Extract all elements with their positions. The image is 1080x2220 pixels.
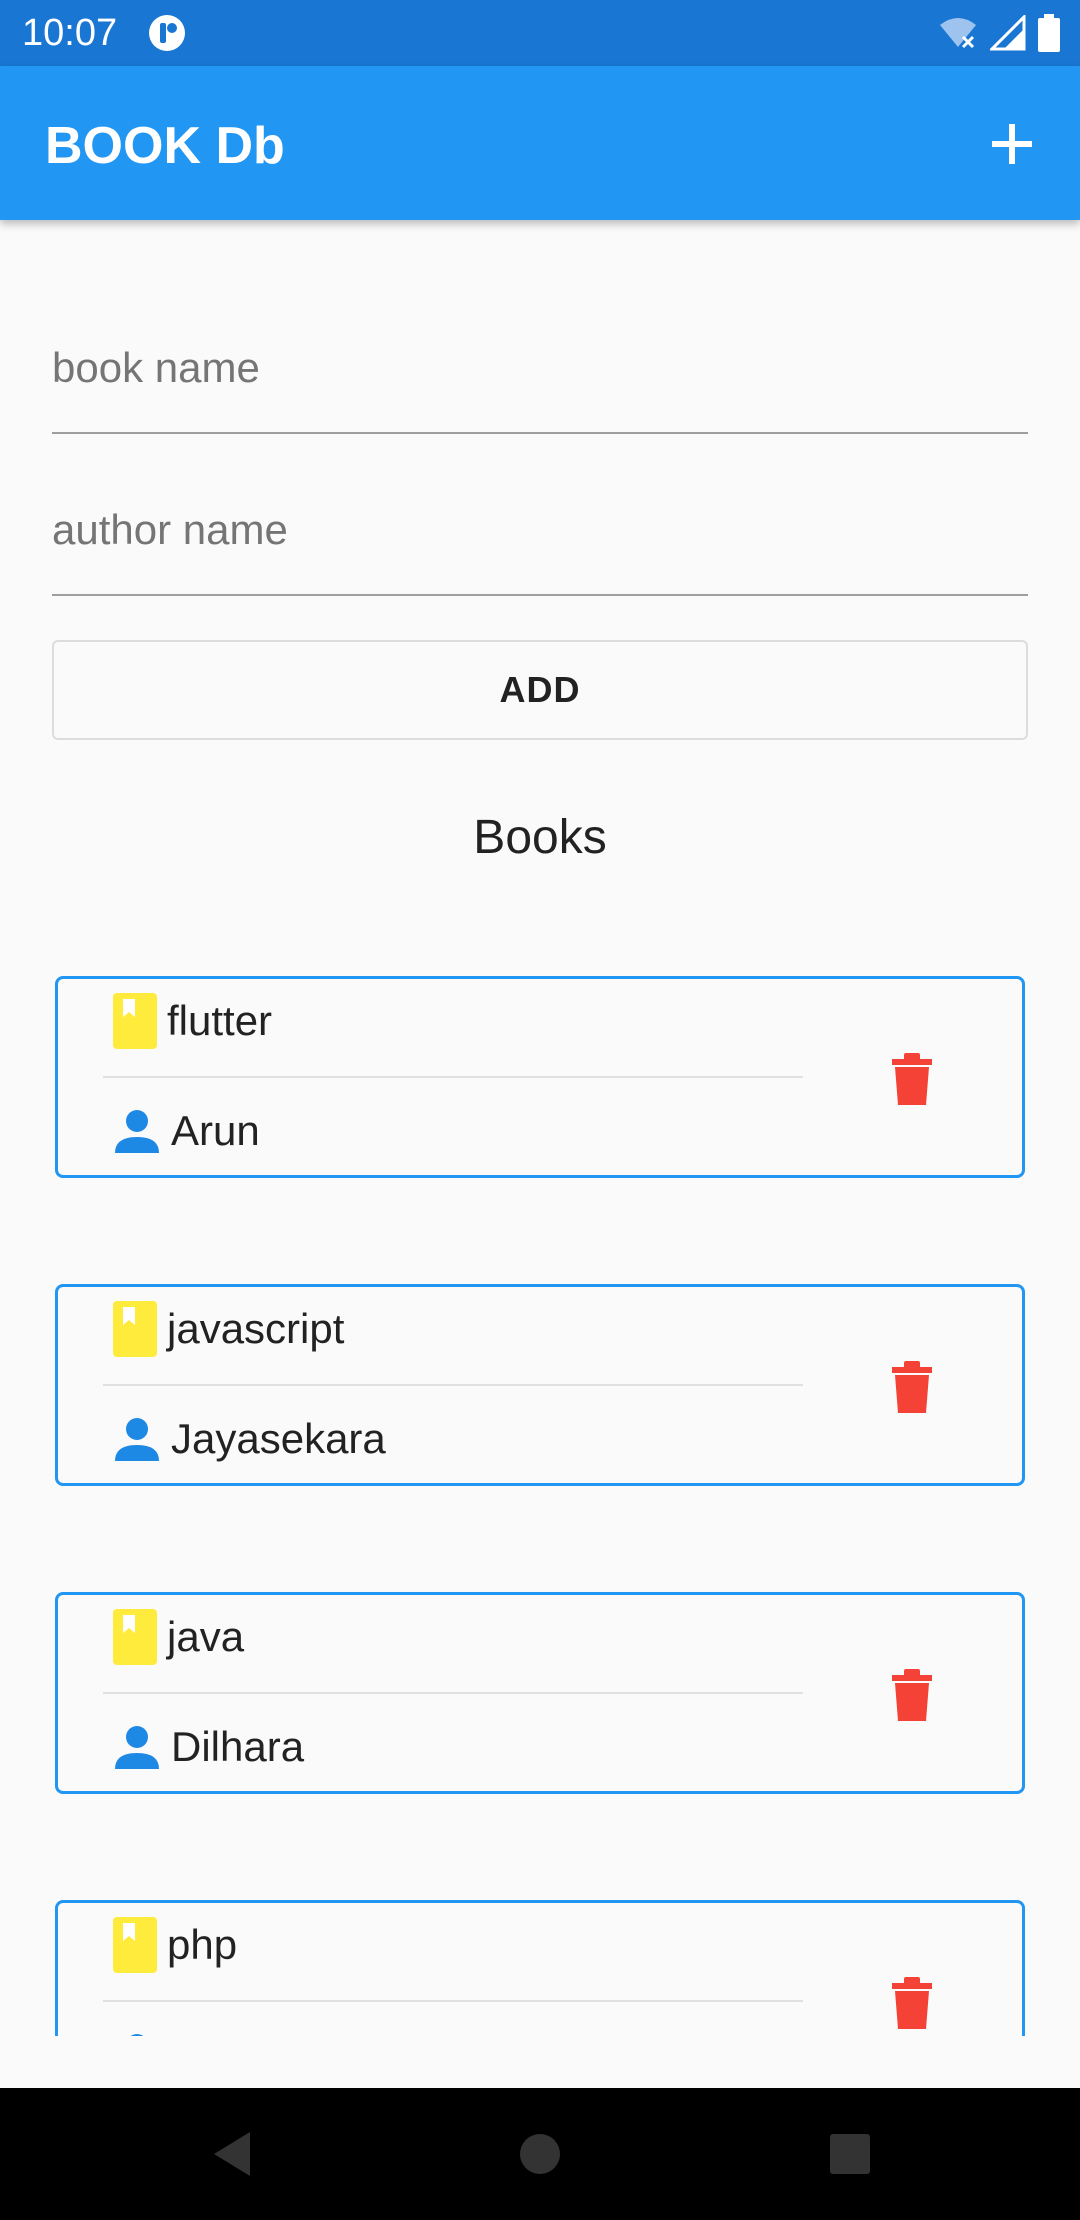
book-author: Jayasekara	[171, 1415, 386, 1462]
book-name-input[interactable]	[52, 338, 1028, 398]
person-icon	[115, 1418, 159, 1461]
book-card: javascript Jayasekara	[55, 1284, 1025, 1486]
add-icon[interactable]	[984, 116, 1040, 172]
signal-icon	[990, 15, 1026, 51]
book-card: flutter Arun	[55, 976, 1025, 1178]
wifi-icon	[940, 18, 976, 49]
book-author-row: Arun	[113, 1101, 260, 1161]
bookmark-icon	[113, 1301, 157, 1357]
book-list[interactable]: flutter Arun javascript Jayasekara java …	[0, 900, 1080, 2036]
book-author: Arun	[171, 1107, 260, 1154]
add-button[interactable]: ADD	[52, 640, 1028, 740]
battery-icon	[1038, 14, 1060, 52]
person-icon	[115, 1726, 159, 1769]
book-name-field	[52, 322, 1028, 434]
delete-icon[interactable]	[888, 1051, 936, 1107]
status-bar: 10:07	[0, 0, 1080, 66]
app-bar: BOOK Db	[0, 66, 1080, 220]
card-divider	[103, 2000, 803, 2002]
book-title-row: flutter	[113, 991, 272, 1051]
book-author-row: Jayasekara	[113, 1409, 386, 1469]
card-divider	[103, 1692, 803, 1694]
status-icons	[938, 12, 1060, 54]
app-notification-icon	[149, 15, 185, 51]
home-icon[interactable]	[512, 2126, 568, 2182]
back-icon[interactable]	[204, 2126, 260, 2182]
book-title: javascript	[167, 1305, 345, 1352]
bookmark-icon	[113, 1917, 157, 1973]
person-icon	[115, 1110, 159, 1153]
book-title-row: php	[113, 1915, 237, 1975]
book-author-row: Dilhara	[113, 1717, 304, 1777]
card-divider	[103, 1076, 803, 1078]
delete-icon[interactable]	[888, 1975, 936, 2031]
book-title: java	[167, 1613, 245, 1660]
book-title-row: java	[113, 1607, 244, 1667]
card-divider	[103, 1384, 803, 1386]
book-card: php	[55, 1900, 1025, 2036]
book-author-row	[113, 2025, 171, 2036]
bookmark-icon	[113, 1609, 157, 1665]
book-title-row: javascript	[113, 1299, 344, 1359]
delete-icon[interactable]	[888, 1667, 936, 1723]
book-title: flutter	[167, 997, 273, 1044]
book-title: php	[167, 1921, 238, 1968]
navigation-bar	[0, 2088, 1080, 2220]
author-name-field	[52, 484, 1028, 596]
author-name-input[interactable]	[52, 500, 1028, 560]
section-title: Books	[473, 811, 607, 864]
delete-icon[interactable]	[888, 1359, 936, 1415]
book-author: Dilhara	[171, 1723, 305, 1770]
recents-icon[interactable]	[822, 2126, 878, 2182]
app-title: BOOK Db	[45, 117, 285, 175]
book-card: java Dilhara	[55, 1592, 1025, 1794]
bookmark-icon	[113, 993, 157, 1049]
status-time: 10:07	[22, 12, 118, 54]
person-icon	[130, 2034, 144, 2036]
